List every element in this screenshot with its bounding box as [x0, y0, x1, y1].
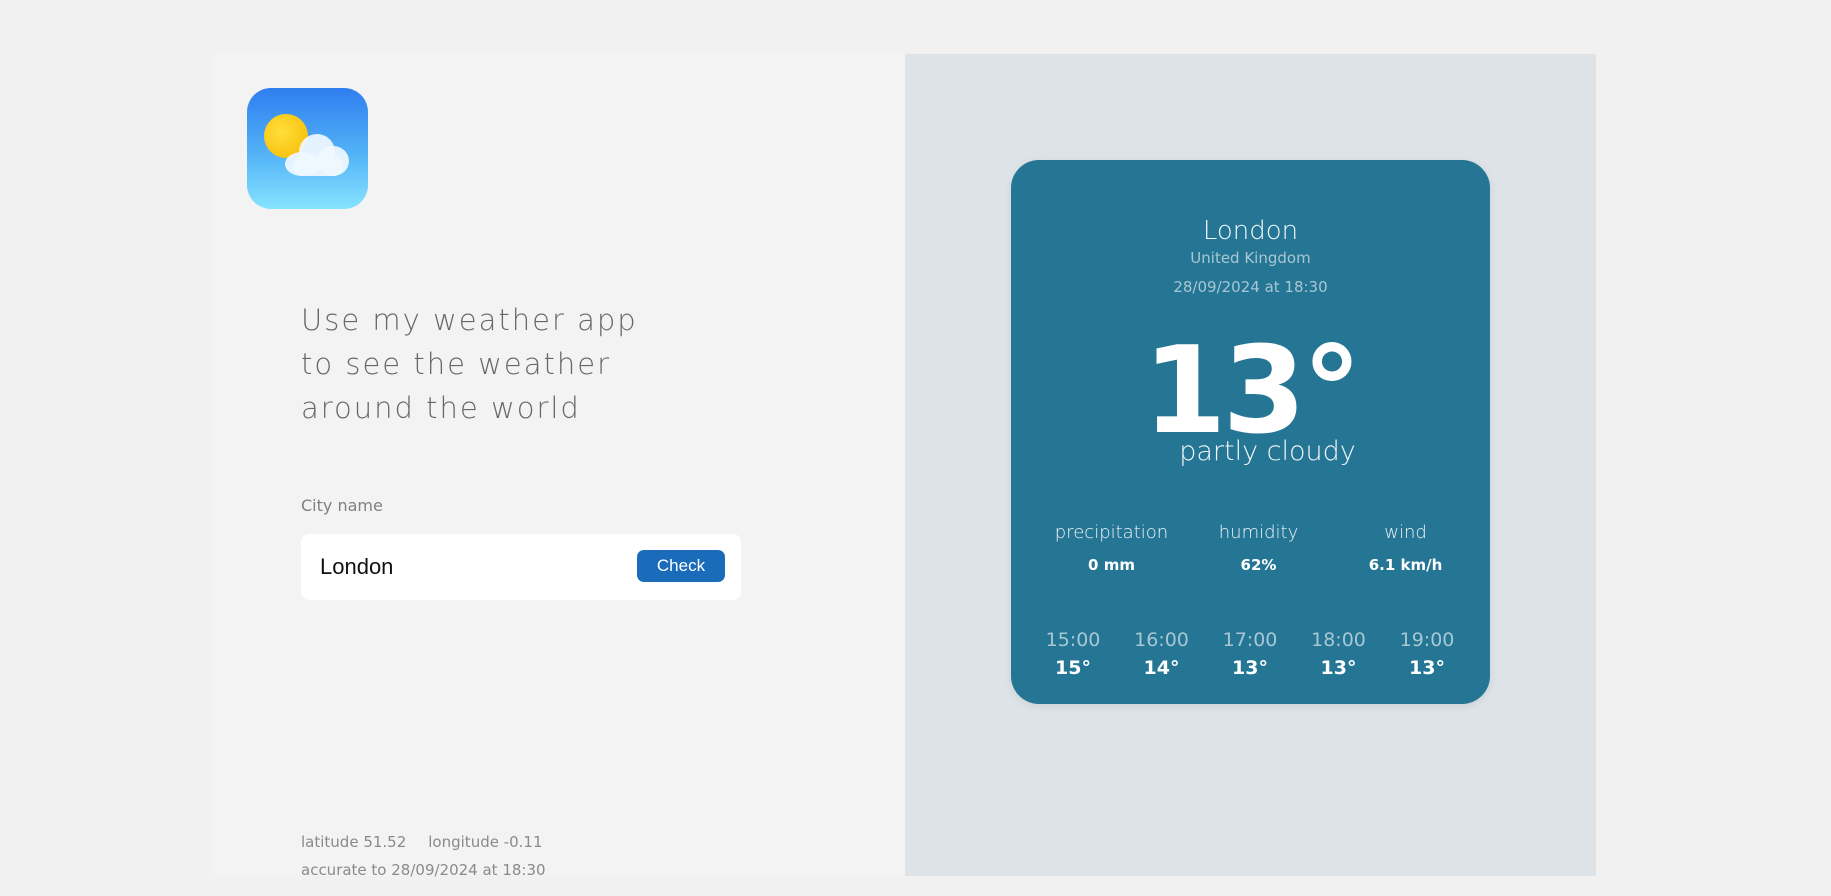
- app-container: Use my weather app to see the weather ar…: [213, 54, 1596, 879]
- observation-datetime: 28/09/2024 at 18:30: [1173, 278, 1328, 296]
- stat-value: 62%: [1240, 556, 1277, 574]
- hour-time: 17:00: [1222, 629, 1278, 651]
- weather-stats: precipitation 0 mm humidity 62% wind 6.1…: [1038, 522, 1480, 574]
- hour-temp: 15°: [1055, 657, 1091, 679]
- stat-humidity: humidity 62%: [1185, 522, 1332, 574]
- stat-precipitation: precipitation 0 mm: [1038, 522, 1185, 574]
- stat-wind: wind 6.1 km/h: [1332, 522, 1479, 574]
- hour-temp: 13°: [1320, 657, 1357, 679]
- stat-value: 0 mm: [1088, 556, 1135, 574]
- hour-temp: 13°: [1409, 657, 1445, 679]
- headline-line: Use my weather app: [301, 303, 638, 337]
- stat-label: wind: [1384, 522, 1427, 543]
- headline-line: around the world: [301, 391, 581, 425]
- city-name-label: City name: [301, 496, 383, 515]
- country-name: United Kingdom: [1190, 249, 1311, 267]
- city-name-input[interactable]: [320, 548, 620, 586]
- hourly-item: 19:00 13°: [1383, 629, 1471, 679]
- headline-line: to see the weather: [301, 347, 611, 381]
- weather-card: London United Kingdom 28/09/2024 at 18:3…: [1011, 160, 1490, 704]
- hourly-item: 18:00 13°: [1295, 629, 1383, 679]
- headline: Use my weather app to see the weather ar…: [301, 298, 638, 430]
- accuracy-text: accurate to 28/09/2024 at 18:30: [301, 861, 546, 879]
- coordinates-info: latitude 51.52 longitude -0.11 accurate t…: [301, 828, 546, 884]
- hour-temp: 13°: [1232, 657, 1268, 679]
- stat-label: humidity: [1218, 522, 1299, 543]
- weather-condition: partly cloudy: [1179, 436, 1356, 467]
- hourly-item: 16:00 14°: [1118, 629, 1206, 679]
- hour-time: 19:00: [1399, 629, 1455, 651]
- right-panel: London United Kingdom 28/09/2024 at 18:3…: [905, 54, 1596, 876]
- current-temperature: 13°: [1143, 322, 1362, 461]
- hour-time: 16:00: [1134, 629, 1189, 651]
- stat-label: precipitation: [1054, 522, 1169, 543]
- latitude-text: latitude 51.52: [301, 833, 407, 851]
- hour-time: 15:00: [1045, 629, 1101, 651]
- city-search-box: Check: [301, 534, 741, 600]
- stat-value: 6.1 km/h: [1368, 556, 1443, 574]
- city-name: London: [1202, 216, 1299, 246]
- weather-app-logo-icon: [247, 88, 368, 209]
- hour-temp: 14°: [1143, 657, 1180, 679]
- hourly-forecast: 15:00 15° 16:00 14° 17:00 13° 18:00 13° …: [1029, 629, 1471, 679]
- longitude-text: longitude -0.11: [428, 833, 543, 851]
- hour-time: 18:00: [1311, 629, 1366, 651]
- check-button[interactable]: Check: [637, 550, 725, 582]
- hourly-item: 17:00 13°: [1206, 629, 1294, 679]
- cloud-icon: [285, 134, 349, 176]
- hourly-item: 15:00 15°: [1029, 629, 1117, 679]
- left-panel: Use my weather app to see the weather ar…: [213, 54, 905, 879]
